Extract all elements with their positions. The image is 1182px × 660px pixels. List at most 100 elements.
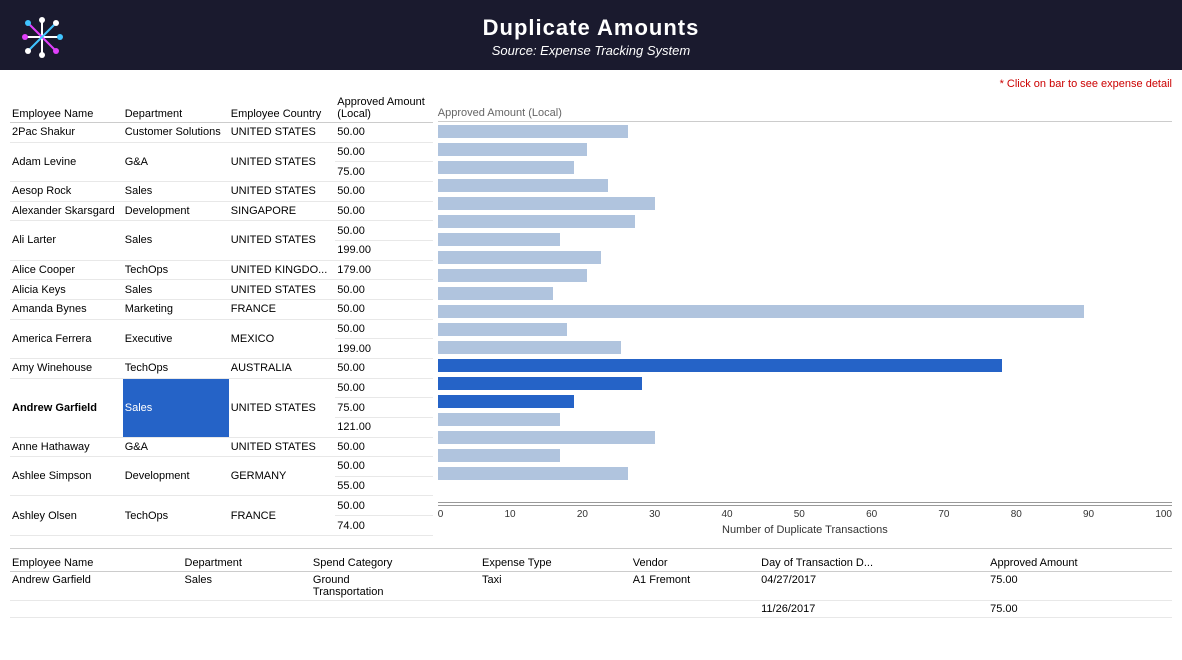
employee-name-cell: Amy Winehouse xyxy=(10,358,123,378)
bar[interactable] xyxy=(438,287,554,300)
bar-row[interactable] xyxy=(438,266,1172,284)
bar-row[interactable] xyxy=(438,428,1172,446)
department-cell: TechOps xyxy=(123,358,229,378)
bar-row[interactable] xyxy=(438,446,1172,464)
bar[interactable] xyxy=(438,359,1002,372)
department-cell: G&A xyxy=(123,142,229,181)
table-row: Alice CooperTechOpsUNITED KINGDO...179.0… xyxy=(10,260,433,280)
amount-cell: 50.00 xyxy=(335,319,432,339)
bar-row[interactable] xyxy=(438,140,1172,158)
bar-row[interactable] xyxy=(438,284,1172,302)
amount-cell: 50.00 xyxy=(335,123,432,143)
bottom-table-row: Andrew GarfieldSalesGround Transportatio… xyxy=(10,572,1172,601)
bar-row[interactable] xyxy=(438,482,1172,500)
table-row: Ashlee SimpsonDevelopmentGERMANY50.00 xyxy=(10,457,433,477)
bar-row[interactable] xyxy=(438,230,1172,248)
bar-row[interactable] xyxy=(438,122,1172,140)
bar-row[interactable] xyxy=(438,320,1172,338)
bar[interactable] xyxy=(438,143,588,156)
bar-row[interactable] xyxy=(438,212,1172,230)
bar[interactable] xyxy=(438,179,608,192)
col-header-employee: Employee Name xyxy=(10,94,123,123)
bottom-col-header: Approved Amount xyxy=(988,555,1172,572)
bar[interactable] xyxy=(438,197,656,210)
country-cell: UNITED KINGDO... xyxy=(229,260,336,280)
bar-row[interactable] xyxy=(438,374,1172,392)
x-axis-tick: 60 xyxy=(866,509,877,520)
amount-cell: 74.00 xyxy=(335,516,432,536)
bar[interactable] xyxy=(438,395,574,408)
bar-row[interactable] xyxy=(438,248,1172,266)
bar-row[interactable] xyxy=(438,392,1172,410)
table-row: 2Pac ShakurCustomer SolutionsUNITED STAT… xyxy=(10,123,433,143)
employee-name-cell: Ashley Olsen xyxy=(10,496,123,536)
bar-row[interactable] xyxy=(438,176,1172,194)
bar-row[interactable] xyxy=(438,410,1172,428)
table-row: Ali LarterSalesUNITED STATES50.00 xyxy=(10,221,433,241)
bar[interactable] xyxy=(438,467,628,480)
department-cell: Sales xyxy=(123,221,229,260)
bar-row[interactable] xyxy=(438,464,1172,482)
bar[interactable] xyxy=(438,323,567,336)
country-cell: UNITED STATES xyxy=(229,280,336,300)
amount-cell: 50.00 xyxy=(335,299,432,319)
bar[interactable] xyxy=(438,431,656,444)
bottom-cell xyxy=(480,601,631,618)
bar-row[interactable] xyxy=(438,302,1172,320)
bar[interactable] xyxy=(438,269,588,282)
employee-name-cell: Alexander Skarsgard xyxy=(10,201,123,221)
department-cell: Sales xyxy=(123,280,229,300)
table-row: Ashley OlsenTechOpsFRANCE50.00 xyxy=(10,496,433,516)
bar[interactable] xyxy=(438,161,574,174)
amount-cell: 50.00 xyxy=(335,280,432,300)
bar-row[interactable] xyxy=(438,356,1172,374)
bar[interactable] xyxy=(438,125,628,138)
bar[interactable] xyxy=(438,377,642,390)
main-table: Employee Name Department Employee Countr… xyxy=(10,94,433,536)
col-header-amount: Approved Amount (Local) xyxy=(335,94,432,123)
bar-row[interactable] xyxy=(438,338,1172,356)
employee-name-cell: Andrew Garfield xyxy=(10,378,123,437)
bar[interactable] xyxy=(438,449,560,462)
country-cell: UNITED STATES xyxy=(229,181,336,201)
bar-row[interactable] xyxy=(438,194,1172,212)
department-cell: Customer Solutions xyxy=(123,123,229,143)
x-axis-tick: 80 xyxy=(1011,509,1022,520)
bar-row[interactable] xyxy=(438,158,1172,176)
bottom-cell: Andrew Garfield xyxy=(10,572,183,601)
bottom-col-header: Department xyxy=(183,555,311,572)
employee-name-cell: Aesop Rock xyxy=(10,181,123,201)
amount-cell: 50.00 xyxy=(335,437,432,457)
table-row: Amanda BynesMarketingFRANCE50.00 xyxy=(10,299,433,319)
logo xyxy=(20,15,65,63)
bar[interactable] xyxy=(438,251,601,264)
click-hint: * Click on bar to see expense detail xyxy=(10,78,1172,90)
bar[interactable] xyxy=(438,413,560,426)
col-header-country: Employee Country xyxy=(229,94,336,123)
amount-cell: 50.00 xyxy=(335,378,432,398)
country-cell: FRANCE xyxy=(229,299,336,319)
bar[interactable] xyxy=(438,341,622,354)
bar[interactable] xyxy=(438,305,1084,318)
department-cell: Sales xyxy=(123,181,229,201)
table-row: Amy WinehouseTechOpsAUSTRALIA50.00 xyxy=(10,358,433,378)
department-cell: TechOps xyxy=(123,260,229,280)
bar[interactable] xyxy=(438,215,635,228)
department-cell: Sales xyxy=(123,378,229,437)
amount-cell: 179.00 xyxy=(335,260,432,280)
x-axis-tick: 70 xyxy=(938,509,949,520)
table-row: Anne HathawayG&AUNITED STATES50.00 xyxy=(10,437,433,457)
bar[interactable] xyxy=(438,233,560,246)
amount-cell: 50.00 xyxy=(335,201,432,221)
amount-cell: 50.00 xyxy=(335,181,432,201)
amount-cell: 50.00 xyxy=(335,142,432,162)
amount-cell: 50.00 xyxy=(335,358,432,378)
amount-cell: 199.00 xyxy=(335,339,432,359)
header: Duplicate Amounts Source: Expense Tracki… xyxy=(0,0,1182,70)
table-row: Aesop RockSalesUNITED STATES50.00 xyxy=(10,181,433,201)
employee-name-cell: Anne Hathaway xyxy=(10,437,123,457)
employee-name-cell: Amanda Bynes xyxy=(10,299,123,319)
department-cell: G&A xyxy=(123,437,229,457)
x-axis-tick: 30 xyxy=(649,509,660,520)
detail-table: Employee NameDepartmentSpend CategoryExp… xyxy=(10,555,1172,618)
